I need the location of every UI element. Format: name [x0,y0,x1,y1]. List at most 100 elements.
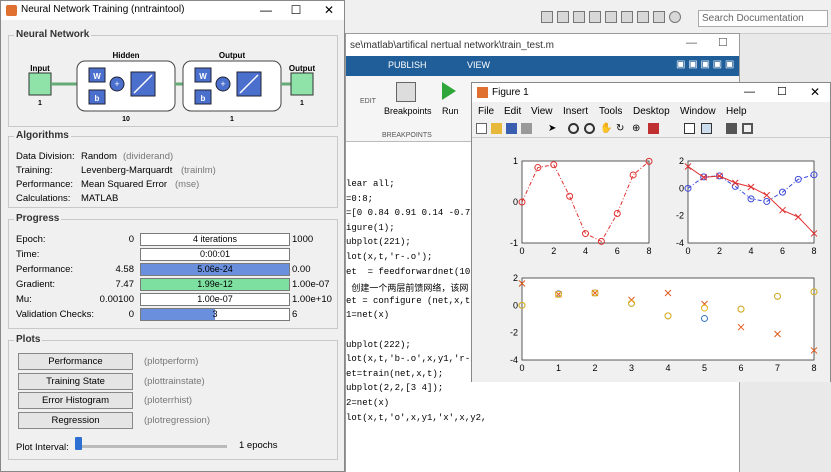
x-tick-label: 7 [775,363,780,373]
code-line[interactable]: =[0 0.84 0.91 0.14 -0.77 - [346,208,486,218]
x-tick-label: 8 [811,363,816,373]
plot-interval-value: 1 epochs [239,440,278,451]
plot-interval-track[interactable] [77,445,227,448]
code-line[interactable]: ubplot(222); [346,340,411,350]
pointer-icon[interactable]: ➤ [548,123,559,134]
progress-value: 4 iterations [192,234,238,244]
search-documentation-input[interactable]: Search Documentation [698,10,828,27]
zoom-in-icon[interactable] [568,123,579,134]
code-line[interactable]: et=train(net,x,t); [346,369,443,379]
close-icon[interactable]: ✕ [314,1,344,20]
colorbar-icon[interactable] [684,123,695,134]
hide-tools-icon[interactable] [726,123,737,134]
maximize-icon[interactable]: ☐ [281,1,311,20]
editor-path: se\matlab\artifical nertual network\trai… [346,34,739,56]
code-line[interactable]: =0:8; [346,194,373,204]
redo-icon[interactable] [637,11,649,23]
algorithms-title: Algorithms [14,130,71,141]
save-icon[interactable] [557,11,569,23]
progress-start: 0.00100 [99,294,134,305]
breakpoints-section: BREAKPOINTS [382,132,432,139]
window-icon[interactable] [653,11,665,23]
close-icon[interactable]: ✕ [810,85,820,99]
code-line[interactable]: ubplot(221); [346,237,411,247]
rotate-icon[interactable]: ↻ [616,123,627,134]
performance-button[interactable]: Performance [18,353,133,370]
save-icon[interactable] [506,123,517,134]
new-figure-icon[interactable] [476,123,487,134]
code-line[interactable]: et = feedforwardnet(10); [346,267,481,277]
plots-svg: 0 2 4 6 8-1010 2 4 6 8-4-2020 1 2 3 4 5 6 7 8-4-202 [510,156,818,373]
tool-icon[interactable] [541,11,553,23]
menu-window[interactable]: Window [680,106,716,117]
minimize-icon[interactable]: — [251,1,281,20]
svg-text:b: b [95,94,100,103]
pan-icon[interactable]: ✋ [600,123,612,134]
undo-icon[interactable] [621,11,633,23]
brush-icon[interactable] [648,123,659,134]
legend-icon[interactable] [701,123,712,134]
tab-view[interactable]: VIEW [467,60,490,70]
output-layer-size: 1 [230,116,234,123]
y-tick-label: 1 [513,156,518,166]
x-tick-label: 3 [629,363,634,373]
toolbar-icons[interactable]: ▣ ▣ ▣ ▣ ▣ [676,59,734,70]
network-diagram: Input 1 Hidden W b + 10 Output W b + 1 O… [28,51,315,123]
progress-value: 5.06e-24 [197,264,233,274]
plot-fn: (plotperform) [144,356,199,367]
progress-end: 1.00e+10 [292,294,332,305]
y-tick-label: -1 [510,238,518,248]
paste-icon[interactable] [605,11,617,23]
menu-help[interactable]: Help [726,106,747,117]
algo-value: Levenberg-Marquardt [81,165,173,176]
x-tick-label: 8 [646,246,651,256]
cut-icon[interactable] [573,11,585,23]
progress-start: 7.47 [115,279,135,290]
x-tick-label: 6 [780,246,785,256]
copy-icon[interactable] [589,11,601,23]
maximize-icon[interactable]: ☐ [718,36,728,49]
print-icon[interactable] [521,123,532,134]
help-icon[interactable] [669,11,681,23]
menu-insert[interactable]: Insert [563,106,588,117]
code-line[interactable]: et = configure (net,x,t); [346,296,481,306]
progress-bar: 0:00:01 [140,248,290,261]
menu-edit[interactable]: Edit [504,106,521,117]
plots-title: Plots [14,334,43,345]
code-line[interactable]: 创建一个两层前馈网络，该网 [346,281,468,294]
minimize-icon[interactable]: — [744,86,755,98]
breakpoints-button[interactable]: Breakpoints [384,106,432,116]
training-state-button[interactable]: Training State [18,373,133,390]
open-icon[interactable] [491,123,502,134]
breakpoints-icon[interactable] [396,82,416,102]
menu-desktop[interactable]: Desktop [633,106,670,117]
menu-view[interactable]: View [531,106,553,117]
code-line[interactable]: lot(x,t,'b-.o',x,y1,'r-x' [346,354,481,364]
minimize-icon[interactable]: — [686,37,697,49]
zoom-out-icon[interactable] [584,123,595,134]
algo-value: Random [81,151,117,162]
code-line[interactable]: lot(x,t,'o',x,y1,'x',x,y2, [346,413,486,423]
code-line[interactable]: 2=net(x) [346,398,389,408]
error-histogram-button[interactable]: Error Histogram [18,392,133,409]
progress-label: Mu: [16,294,32,305]
plot-interval-slider[interactable] [75,437,82,450]
x-tick-label: 2 [592,363,597,373]
code-line[interactable]: lear all; [346,179,395,189]
algo-label: Calculations: [16,193,71,204]
data-cursor-icon[interactable]: ⊕ [632,123,643,134]
y-tick-label: -2 [510,328,518,338]
run-icon[interactable] [442,82,456,100]
menu-file[interactable]: File [478,106,494,117]
maximize-icon[interactable]: ☐ [777,85,787,98]
run-button[interactable]: Run [442,106,459,116]
menu-tools[interactable]: Tools [599,106,622,117]
code-line[interactable]: 1=net(x) [346,310,389,320]
code-line[interactable]: ubplot(2,2,[3 4]); [346,383,443,393]
code-line[interactable]: lot(x,t,'r-.o'); [346,252,432,262]
input-label: Input [30,64,50,73]
code-line[interactable]: igure(1); [346,223,395,233]
regression-button[interactable]: Regression [18,412,133,429]
tab-publish[interactable]: PUBLISH [388,60,427,70]
dock-icon[interactable] [742,123,753,134]
